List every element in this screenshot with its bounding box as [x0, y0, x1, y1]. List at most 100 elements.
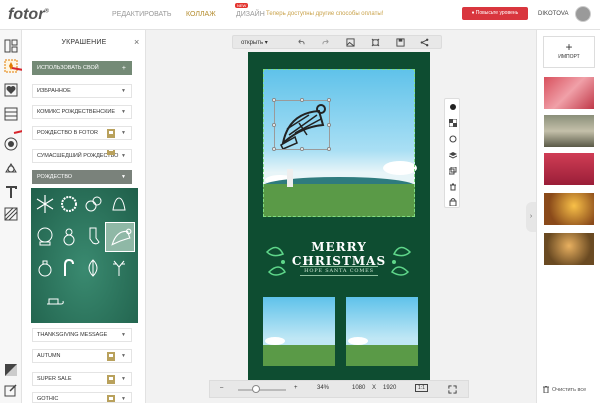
card-tagline[interactable]: HOPE SANTA COMES	[300, 266, 378, 276]
category-christmas-in-fotor[interactable]: РОЖДЕСТВО В FOTOR ▼	[32, 126, 132, 140]
resize-handle[interactable]	[272, 147, 276, 151]
bells-sticker[interactable]	[109, 194, 129, 214]
edit-pen-icon[interactable]	[4, 383, 18, 397]
share-icon[interactable]	[420, 38, 429, 47]
delete-icon[interactable]	[449, 183, 457, 191]
chevron-down-icon: ▼	[121, 332, 126, 338]
chevron-down-icon: ▼	[121, 88, 126, 94]
wreath-sticker[interactable]	[59, 194, 79, 214]
use-own-button[interactable]: ИСПОЛЬЗОВАТЬ СВОЙ +	[32, 61, 132, 75]
import-button[interactable]: + ИМПОРТ	[543, 36, 595, 68]
category-christmas[interactable]: РОЖДЕСТВО ▼	[32, 170, 132, 184]
category-crazy-christmas[interactable]: СУМАСШЕДШИЙ РОЖДЕСТВО ▼	[32, 149, 132, 163]
resize-handle[interactable]	[300, 98, 304, 102]
upgrade-button[interactable]: ♦ Повысьте уровень	[462, 7, 528, 20]
chevron-down-icon: ▼	[121, 396, 126, 402]
chevron-down-icon: ▾	[264, 40, 268, 46]
layers-icon[interactable]	[449, 151, 457, 159]
transparency-icon[interactable]	[449, 119, 457, 127]
redo-icon[interactable]	[322, 38, 331, 47]
zoom-slider-handle[interactable]	[252, 385, 260, 393]
heart-frame-icon[interactable]	[4, 83, 18, 97]
hat-icon	[280, 104, 326, 149]
snowglobe-sticker[interactable]	[35, 226, 55, 246]
new-badge: NEW	[235, 3, 249, 8]
resize-handle[interactable]	[272, 98, 276, 102]
nav-collage[interactable]: КОЛЛАЖ	[186, 11, 216, 18]
selected-sticker[interactable]	[105, 222, 135, 252]
resize-handle[interactable]	[272, 123, 276, 127]
category-gothic[interactable]: GOTHIC ▼	[32, 392, 132, 403]
card-headline[interactable]: MERRY CHRISTMAS	[248, 240, 430, 268]
snowflake-sticker[interactable]	[35, 194, 55, 214]
plus-icon: +	[565, 40, 573, 54]
photo-thumbnail[interactable]	[544, 153, 594, 185]
fit-screen-icon[interactable]	[448, 385, 457, 394]
clear-all-button[interactable]: Очистить все	[552, 387, 586, 393]
hat-sticker-selection[interactable]	[272, 98, 331, 151]
ornament-sticker[interactable]	[83, 194, 103, 214]
photo-slot-bottom-left[interactable]	[263, 297, 335, 366]
save-icon[interactable]	[396, 38, 405, 47]
category-favorites[interactable]: ИЗБРАННОЕ ▼	[32, 84, 132, 98]
category-thanksgiving[interactable]: THANKSGIVING MESSAGE ▼	[32, 328, 132, 342]
avatar[interactable]	[575, 6, 591, 22]
zoom-in-button[interactable]: +	[294, 385, 298, 391]
resize-handle[interactable]	[300, 147, 304, 151]
image-icon[interactable]	[346, 38, 355, 47]
duplicate-icon[interactable]	[449, 167, 457, 175]
zoom-out-button[interactable]: –	[220, 385, 223, 391]
rotate-icon[interactable]	[449, 135, 457, 143]
promo-message[interactable]: Теперь доступны другие способы оплаты!	[266, 11, 383, 17]
actual-size-button[interactable]: 1:1	[415, 384, 428, 392]
layout-icon[interactable]	[4, 39, 18, 53]
photo-thumbnail[interactable]	[544, 115, 594, 147]
resize-handle[interactable]	[327, 123, 331, 127]
zoom-slider[interactable]	[238, 389, 286, 391]
user-name[interactable]: DIKOTOVA	[538, 11, 568, 17]
shapes-icon[interactable]	[4, 161, 18, 175]
color-icon[interactable]	[449, 103, 457, 111]
dimension-separator: X	[372, 385, 377, 391]
candy-sticker[interactable]	[59, 258, 79, 278]
category-super-sale[interactable]: SUPER SALE ▼	[32, 372, 132, 386]
decoration-icon[interactable]	[4, 59, 18, 73]
pattern-icon[interactable]	[4, 207, 18, 221]
crop-icon[interactable]	[371, 38, 380, 47]
stocking-sticker[interactable]	[83, 226, 103, 246]
leaf-sticker[interactable]	[83, 258, 103, 278]
chevron-down-icon: ▼	[121, 174, 126, 180]
photo-thumbnail[interactable]	[544, 233, 594, 265]
category-autumn[interactable]: AUTUMN ▼	[32, 349, 132, 363]
photo-thumbnail[interactable]	[544, 77, 594, 109]
nav-edit[interactable]: РЕДАКТИРОВАТЬ	[112, 11, 172, 18]
chevron-down-icon: ▼	[121, 153, 126, 159]
open-menu[interactable]: открыть ▾	[241, 39, 268, 46]
photo-thumbnail[interactable]	[544, 193, 594, 225]
fotor-logo[interactable]: fotor®	[8, 6, 49, 24]
sticker-icon[interactable]	[4, 137, 18, 151]
cloud	[348, 337, 368, 345]
resize-handle[interactable]	[327, 98, 331, 102]
snowman-sticker[interactable]	[59, 226, 79, 246]
trash-icon[interactable]	[543, 386, 549, 393]
reindeer-sticker[interactable]	[109, 258, 129, 278]
background-icon[interactable]	[4, 363, 18, 377]
grass	[346, 345, 418, 366]
text-icon[interactable]	[4, 185, 18, 199]
grass	[263, 345, 335, 366]
nav-design[interactable]: ДИЗАЙН	[236, 11, 265, 18]
element-floating-toolbar	[444, 98, 460, 208]
photo-slot-bottom-right[interactable]	[346, 297, 418, 366]
grid-icon[interactable]	[4, 107, 18, 121]
bauble-sticker[interactable]	[35, 258, 55, 278]
lock-icon[interactable]	[449, 198, 457, 206]
sleigh-sticker[interactable]	[45, 290, 65, 310]
canvas-width: 1080	[352, 385, 366, 391]
undo-icon[interactable]	[296, 38, 305, 47]
resize-handle[interactable]	[327, 147, 331, 151]
expand-panel-button[interactable]: ›	[526, 202, 536, 232]
close-icon[interactable]: ×	[134, 37, 139, 47]
category-comic-christmas[interactable]: КОМИКС РОЖДЕСТВЕНСКИЕ ▼	[32, 105, 132, 119]
design-canvas[interactable]: MERRY CHRISTMAS HOPE SANTA COMES	[248, 52, 460, 382]
